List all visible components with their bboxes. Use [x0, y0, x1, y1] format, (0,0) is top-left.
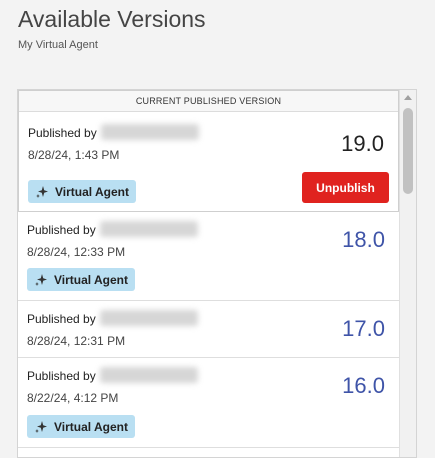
sparkle-icon [35, 273, 47, 286]
sparkle-icon [36, 185, 48, 198]
versions-panel: CURRENT PUBLISHED VERSION Published by 8… [17, 89, 417, 458]
page-title: Available Versions [18, 6, 206, 32]
badge-label: Virtual Agent [55, 184, 130, 199]
published-by-label: Published by [28, 126, 97, 140]
publisher-name-redacted [100, 367, 198, 383]
unpublish-button[interactable]: Unpublish [302, 172, 389, 203]
page-subtitle: My Virtual Agent [18, 39, 98, 51]
virtual-agent-badge: Virtual Agent [28, 180, 136, 203]
virtual-agent-badge: Virtual Agent [27, 415, 135, 438]
version-card[interactable]: Published by 8/22/24, 4:12 PM 16.0 Virtu… [18, 358, 399, 448]
version-card[interactable]: Published by 8/28/24, 12:31 PM 17.0 [18, 301, 399, 358]
published-by-label: Published by [27, 223, 96, 237]
version-number: 17.0 [342, 316, 385, 341]
publisher-name-redacted [100, 310, 198, 326]
publisher-name-redacted [100, 221, 198, 237]
version-card[interactable]: Published by 8/28/24, 12:33 PM 18.0 Virt… [18, 212, 399, 301]
published-date: 8/28/24, 12:33 PM [27, 245, 126, 259]
published-by-label: Published by [27, 312, 96, 326]
vertical-scrollbar[interactable] [399, 90, 416, 457]
scroll-thumb[interactable] [403, 108, 413, 194]
sparkle-icon [35, 420, 47, 433]
published-date: 8/28/24, 12:31 PM [27, 334, 126, 348]
published-date: 8/28/24, 1:43 PM [28, 148, 120, 162]
current-version-header: CURRENT PUBLISHED VERSION [19, 91, 398, 112]
version-number: 16.0 [342, 373, 385, 398]
badge-label: Virtual Agent [54, 419, 129, 434]
publisher-name-redacted [101, 124, 199, 140]
versions-list: CURRENT PUBLISHED VERSION Published by 8… [18, 90, 399, 457]
version-number: 18.0 [342, 227, 385, 252]
virtual-agent-badge: Virtual Agent [27, 268, 135, 291]
published-by-label: Published by [27, 369, 96, 383]
version-number: 19.0 [341, 131, 384, 156]
scroll-up-arrow-icon[interactable] [404, 95, 412, 100]
published-date: 8/22/24, 4:12 PM [27, 391, 119, 405]
version-card-current: CURRENT PUBLISHED VERSION Published by 8… [18, 90, 399, 212]
badge-label: Virtual Agent [54, 272, 129, 287]
